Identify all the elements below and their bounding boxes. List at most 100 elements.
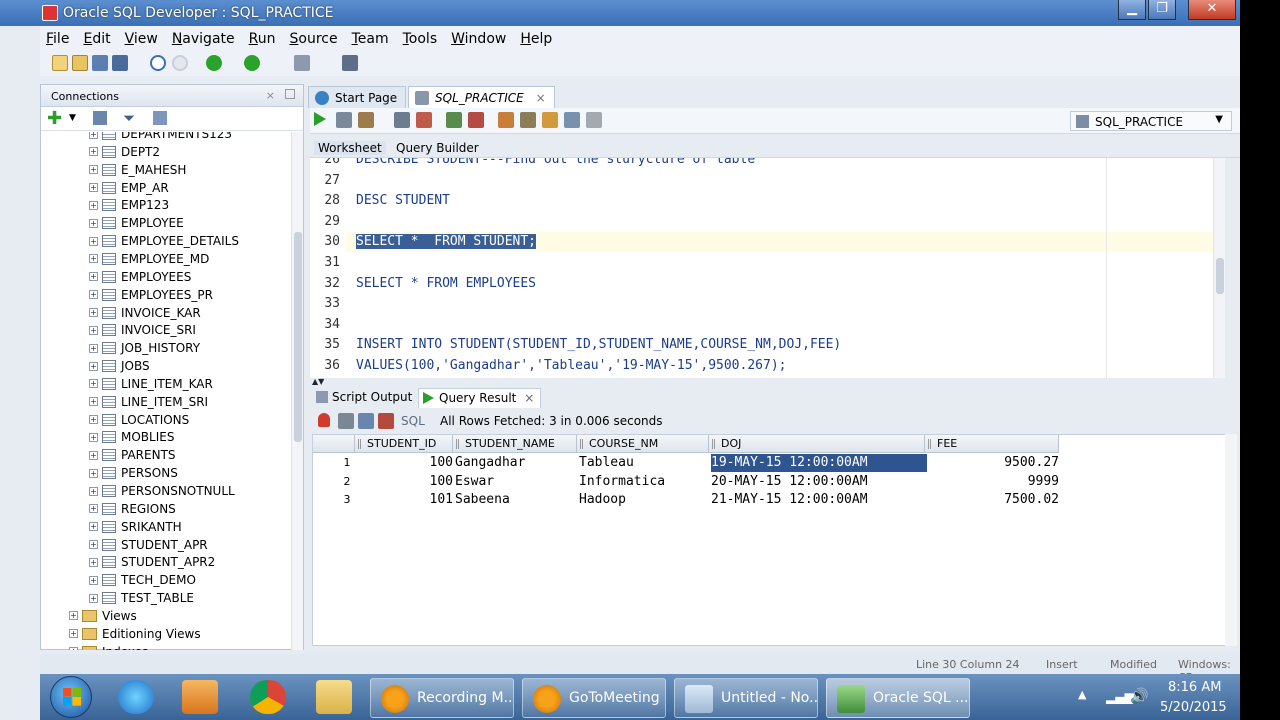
maximize-panel-icon[interactable] xyxy=(285,89,295,99)
grid-cell-id[interactable]: 100 xyxy=(357,454,453,472)
tree-table-item[interactable]: + DEPT2 xyxy=(89,143,160,161)
start-button[interactable] xyxy=(50,676,92,718)
code-line[interactable]: SELECT * FROM STUDENT; xyxy=(356,234,537,250)
expand-icon[interactable]: + xyxy=(69,629,78,639)
autotrace-icon[interactable] xyxy=(358,112,374,128)
task-recording[interactable]: Recording M... xyxy=(370,678,514,718)
sql-tuning-icon[interactable] xyxy=(468,112,484,128)
grid-cell-id[interactable]: 100 xyxy=(357,473,453,491)
history-icon[interactable] xyxy=(520,112,536,128)
tree-table-item[interactable]: + STUDENT_APR xyxy=(89,536,208,554)
tree-table-item[interactable]: + EMPLOYEE xyxy=(89,214,184,232)
grid-cell-doj[interactable]: 21-MAY-15 12:00:00AM xyxy=(711,491,927,509)
clock-date[interactable]: 5/20/2015 xyxy=(1160,700,1227,715)
expand-icon[interactable]: + xyxy=(89,272,98,282)
connection-selector[interactable]: SQL_PRACTICE ▼ xyxy=(1070,111,1232,131)
tree-table-item[interactable]: + LINE_ITEM_SRI xyxy=(89,393,208,411)
code-line[interactable]: INSERT INTO STUDENT(STUDENT_ID,STUDENT_N… xyxy=(356,337,841,352)
expand-icon[interactable]: + xyxy=(89,397,98,407)
expand-icon[interactable]: + xyxy=(89,308,98,317)
sql-label[interactable]: SQL xyxy=(401,414,425,428)
expand-icon[interactable]: + xyxy=(89,522,98,532)
tree-table-item[interactable]: + EMPLOYEES xyxy=(89,268,191,286)
tree-table-item[interactable]: + LOCATIONS xyxy=(89,411,189,429)
internet-explorer-icon[interactable] xyxy=(118,680,154,714)
expand-icon[interactable]: + xyxy=(89,486,98,496)
close-tab-icon[interactable]: × xyxy=(536,91,546,105)
task-gotomeeting[interactable]: GoToMeeting xyxy=(522,678,666,718)
expand-icon[interactable]: + xyxy=(89,557,98,567)
media-player-icon[interactable] xyxy=(182,680,218,714)
menu-team[interactable]: Team xyxy=(352,31,389,47)
menu-edit[interactable]: Edit xyxy=(83,31,110,47)
column-header[interactable]: DOJ xyxy=(709,435,925,453)
new-icon[interactable] xyxy=(52,55,68,71)
tab-sql-practice[interactable]: SQL_PRACTICE × xyxy=(408,86,555,108)
tree-table-item[interactable]: + EMP123 xyxy=(89,196,169,214)
commit-icon[interactable] xyxy=(394,112,410,128)
code-line[interactable]: SELECT * FROM EMPLOYEES xyxy=(356,276,536,291)
column-header[interactable]: COURSE_NM xyxy=(577,435,709,453)
expand-icon[interactable]: + xyxy=(89,200,98,210)
sort-handle-icon[interactable] xyxy=(580,439,583,449)
binoculars-icon[interactable] xyxy=(342,55,358,71)
add-connection-icon[interactable]: ✚ xyxy=(47,108,62,129)
connections-scrollbar[interactable] xyxy=(291,132,303,650)
sort-handle-icon[interactable] xyxy=(712,439,715,449)
menu-navigate[interactable]: Navigate xyxy=(172,31,235,47)
refresh-icon[interactable] xyxy=(93,111,107,125)
expand-icon[interactable]: + xyxy=(89,593,98,603)
save-all-icon[interactable] xyxy=(112,55,128,71)
menu-help[interactable]: Help xyxy=(520,31,552,47)
grid-scrollbar[interactable] xyxy=(1225,434,1237,646)
grid-cell-name[interactable]: Gangadhar xyxy=(455,454,579,472)
explain-plan-icon[interactable] xyxy=(446,112,462,128)
tree-table-item[interactable]: + INVOICE_SRI xyxy=(89,321,196,339)
back-icon[interactable] xyxy=(206,55,222,71)
tree-table-item[interactable]: + TECH_DEMO xyxy=(89,571,196,589)
tree-table-item[interactable]: + MOBLIES xyxy=(89,428,174,446)
code-line[interactable]: VALUES(100,'Gangadhar','Tableau','19-MAY… xyxy=(356,358,786,373)
expand-icon[interactable]: + xyxy=(89,218,98,228)
expand-icon[interactable]: + xyxy=(89,236,98,246)
menu-run[interactable]: Run xyxy=(249,31,276,47)
tree-table-item[interactable]: + REGIONS xyxy=(89,500,176,518)
tree-table-item[interactable]: + JOB_HISTORY xyxy=(89,339,200,357)
format-icon[interactable] xyxy=(564,112,580,128)
tree-table-item[interactable]: + EMPLOYEES_PR xyxy=(89,286,213,304)
expand-icon[interactable]: + xyxy=(89,290,98,300)
expand-icon[interactable]: + xyxy=(89,165,98,175)
expand-icon[interactable]: + xyxy=(89,504,98,514)
scrollbar-thumb[interactable] xyxy=(1216,258,1224,294)
code-line[interactable]: DESCRIBE STUDENT---Find out the sturyctu… xyxy=(356,158,755,167)
pin-icon[interactable] xyxy=(318,413,330,427)
menu-view[interactable]: View xyxy=(125,31,158,47)
tree-folder[interactable]: + Indexes xyxy=(69,643,148,650)
grid-cell-id[interactable]: 101 xyxy=(357,491,453,509)
grid-cell-name[interactable]: Sabeena xyxy=(455,491,579,509)
column-header[interactable]: STUDENT_ID xyxy=(355,435,453,453)
minimize-button[interactable]: ▁ xyxy=(1118,0,1146,20)
tree-folder[interactable]: + Views xyxy=(69,607,137,625)
grid-cell-fee[interactable]: 9999 xyxy=(927,473,1059,491)
tree-table-item[interactable]: + DEPARTMENTS123 xyxy=(89,132,232,143)
menu-window[interactable]: Window xyxy=(451,31,506,47)
tree-table-item[interactable]: + PERSONSNOTNULL xyxy=(89,482,235,500)
chrome-icon[interactable] xyxy=(250,680,286,714)
task-oracle-sql[interactable]: Oracle SQL ... xyxy=(826,678,970,718)
column-header[interactable]: STUDENT_NAME xyxy=(453,435,577,453)
close-tab-icon[interactable]: × xyxy=(524,391,534,405)
show-hidden-icons-icon[interactable]: ▲ xyxy=(1078,688,1086,701)
grid-cell-name[interactable]: Eswar xyxy=(455,473,579,491)
tree-table-item[interactable]: + E_MAHESH xyxy=(89,161,186,179)
grid-cell-fee[interactable]: 7500.02 xyxy=(927,491,1059,509)
grid-cell-course[interactable]: Informatica xyxy=(579,473,711,491)
tree-table-item[interactable]: + SRIKANTH xyxy=(89,518,182,536)
clear-icon[interactable] xyxy=(498,112,514,128)
undo-icon[interactable] xyxy=(150,55,166,71)
sort-handle-icon[interactable] xyxy=(358,439,361,449)
expand-icon[interactable]: + xyxy=(89,432,98,442)
close-button[interactable]: ✕ xyxy=(1188,0,1236,20)
tab-query-result[interactable]: Query Result × xyxy=(418,388,542,408)
run-script-icon[interactable] xyxy=(336,112,352,128)
